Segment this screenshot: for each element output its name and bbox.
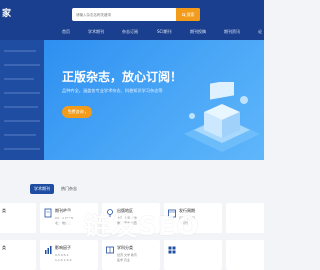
filter-cards-row: 类 期刊收录 CSSCI CSCD 北大 统计源 出版地区 北京 上海 天津 重…	[0, 203, 264, 237]
nav-item-subscribe[interactable]: 杂志订阅	[122, 29, 138, 35]
main-nav: 首页 学术期刊 杂志订阅 SCI期刊 期刊投稿 期刊资讯 论	[0, 24, 264, 40]
card-title: 学科分类	[117, 245, 133, 250]
card-title: 出版地区	[117, 208, 133, 213]
site-logo[interactable]: 家	[2, 6, 11, 19]
card-line[interactable]: 半月刊	[179, 221, 188, 225]
banner-title: 正版杂志，放心订阅！	[62, 70, 183, 84]
filter-card[interactable]	[226, 240, 264, 270]
card-line[interactable]: 重庆 河北 山西	[117, 221, 137, 225]
card-title: 发行周期	[179, 208, 195, 213]
card-line[interactable]: 医学 农业	[117, 258, 130, 262]
sidebar-line[interactable]	[4, 50, 36, 52]
hero-banner: 正版杂志，放心订阅！ 品种齐全，涵盖各专业学术杂志、科普知识学习杂志等 免费咨询…	[44, 40, 264, 160]
chart-icon	[45, 246, 52, 254]
sidebar-line[interactable]	[4, 120, 40, 122]
sidebar-line[interactable]	[4, 148, 40, 150]
card-line[interactable]: 经济 文学 教育	[117, 253, 137, 257]
arrow-right-icon: ›	[84, 109, 87, 115]
filter-card-impact[interactable]: 影响因子 0.5 0.5-1 1-1.5 1.5-2	[40, 240, 98, 270]
document-icon	[44, 208, 52, 218]
map-pin-icon	[107, 209, 113, 217]
tab-bar: 学术期刊 热门杂志	[0, 160, 264, 202]
consult-button[interactable]: 免费咨询 ›	[62, 106, 92, 118]
search-button-label: 搜索	[186, 11, 195, 17]
sidebar-line[interactable]	[4, 64, 40, 66]
calendar-icon	[168, 209, 176, 218]
card-line[interactable]: 0.5 0.5-1	[55, 253, 69, 257]
tab-academic[interactable]: 学术期刊	[30, 184, 54, 194]
filter-card[interactable]: 类	[0, 203, 36, 233]
card-line[interactable]: 月刊 双月刊	[179, 216, 195, 220]
consult-button-label: 免费咨询	[67, 109, 84, 114]
filter-card[interactable]	[226, 203, 264, 233]
filter-card-region[interactable]: 出版地区 北京 上海 天津 重庆 河北 山西	[102, 203, 160, 233]
nav-item-journals[interactable]: 学术期刊	[88, 29, 104, 35]
site-header: 家 搜索	[0, 0, 264, 24]
filter-card[interactable]: 类	[0, 240, 36, 270]
card-title: 类	[2, 208, 6, 213]
card-title: 类	[2, 245, 6, 250]
nav-item-news[interactable]: 期刊资讯	[224, 29, 240, 35]
filter-card[interactable]	[164, 240, 222, 270]
search-input[interactable]	[72, 8, 176, 21]
filter-cards-row: 类 影响因子 0.5 0.5-1 1-1.5 1.5-2 学科分类 经济 文学 …	[0, 240, 264, 270]
page: 家 搜索 首页 学术期刊 杂志订阅 SCI期刊 期刊投稿 期刊资讯 论	[0, 0, 264, 270]
sidebar-line[interactable]	[4, 92, 40, 94]
grid-icon	[168, 246, 176, 254]
nav-item-home[interactable]: 首页	[62, 29, 70, 35]
filter-card-frequency[interactable]: 发行周期 月刊 双月刊 半月刊	[164, 203, 222, 233]
sidebar-line[interactable]	[4, 106, 38, 108]
card-line[interactable]: 北京 上海 天津	[117, 216, 137, 220]
book-icon	[106, 246, 114, 254]
sidebar-line[interactable]	[4, 134, 36, 136]
sidebar-line[interactable]	[4, 78, 34, 80]
link-logo-icon	[58, 210, 80, 232]
card-title: 影响因子	[55, 245, 71, 250]
nav-item-submission[interactable]: 期刊投稿	[190, 29, 206, 35]
banner-subtitle: 品种齐全，涵盖各专业学术杂志、科普知识学习杂志等	[62, 88, 163, 93]
nav-item-sci[interactable]: SCI期刊	[157, 29, 172, 35]
search-button[interactable]: 搜索	[176, 8, 200, 21]
search-box: 搜索	[72, 8, 200, 21]
search-icon	[181, 12, 186, 17]
isometric-illustration-icon	[184, 82, 260, 152]
nav-item-more[interactable]: 论	[258, 29, 262, 35]
card-line[interactable]: 1-1.5 1.5-2	[55, 258, 71, 262]
tab-popular[interactable]: 热门杂志	[57, 184, 81, 194]
filter-card-discipline[interactable]: 学科分类 经济 文学 教育 医学 农业	[102, 240, 160, 270]
